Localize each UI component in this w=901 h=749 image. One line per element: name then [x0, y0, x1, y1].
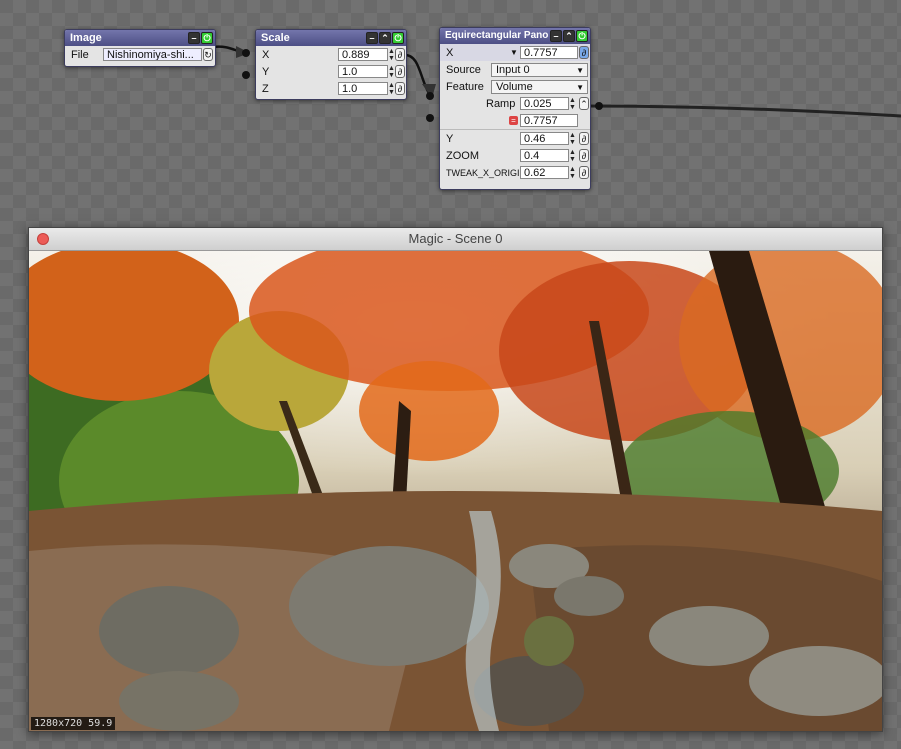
scale-z-label: Z [262, 82, 269, 95]
minimize-icon[interactable]: – [366, 32, 378, 44]
pano-node-title: Equirectangular Pano V... [445, 30, 566, 41]
stepper-icon[interactable]: ▲ ▼ [568, 97, 577, 111]
pano-y-field[interactable]: 0.46 [520, 132, 569, 145]
forest-scene-image [29, 251, 882, 731]
link-icon[interactable]: ∂ [579, 166, 589, 179]
scene-window[interactable]: Magic - Scene 0 1280x720 59.9 [28, 227, 883, 732]
power-icon[interactable]: ⏻ [392, 32, 404, 44]
feature-label: Feature [446, 80, 484, 93]
scale-x-label: X [262, 48, 270, 61]
link-icon[interactable]: ∂ [395, 48, 405, 61]
stepper-icon[interactable]: ▲ ▼ [568, 149, 577, 163]
power-icon[interactable]: ⏻ [576, 30, 588, 42]
pano-node[interactable]: Equirectangular Pano V... – ⌃ ⏻ X ▼ 0.7757… [439, 27, 591, 190]
zoom-field[interactable]: 0.4 [520, 149, 569, 162]
ramp-value-field[interactable]: 0.7757 [520, 114, 578, 127]
power-icon[interactable]: ⏻ [201, 32, 213, 44]
window-titlebar[interactable]: Magic - Scene 0 [29, 228, 882, 251]
collapse-icon[interactable]: ⌃ [579, 97, 589, 110]
pano-y-label: Y [446, 132, 454, 145]
output-port[interactable] [595, 102, 603, 110]
file-field[interactable]: Nishinomiya-shi... [103, 48, 202, 61]
zoom-label: ZOOM [446, 149, 479, 162]
feature-select[interactable]: Volume ▼ [491, 79, 588, 94]
image-node-header[interactable]: Image – ⏻ [65, 30, 215, 46]
render-viewport[interactable]: 1280x720 59.9 [29, 251, 882, 731]
reload-icon[interactable]: ↻ [203, 48, 213, 61]
source-value: Input 0 [496, 63, 530, 76]
ramp-field[interactable]: 0.025 [520, 97, 569, 110]
dropdown-icon[interactable]: ▼ [510, 48, 518, 57]
source-select[interactable]: Input 0 ▼ [491, 62, 588, 77]
pano-x-label: X [446, 46, 454, 59]
tweak-field[interactable]: 0.62 [520, 166, 569, 179]
input-port[interactable] [426, 92, 434, 100]
input-port[interactable] [242, 71, 250, 79]
pano-x-field[interactable]: 0.7757 [520, 46, 578, 59]
scale-z-field[interactable]: 1.0 [338, 82, 388, 95]
input-port[interactable] [426, 114, 434, 122]
remove-icon[interactable]: = [509, 116, 518, 125]
close-icon[interactable] [37, 233, 49, 245]
link-icon[interactable]: ∂ [579, 132, 589, 145]
link-icon[interactable]: ∂ [395, 82, 405, 95]
source-label: Source [446, 63, 481, 76]
chevron-down-icon: ▼ [576, 82, 584, 92]
render-status: 1280x720 59.9 [31, 717, 116, 730]
scale-x-field[interactable]: 0.889 [338, 48, 388, 61]
stepper-icon[interactable]: ▲ ▼ [568, 132, 577, 146]
chevron-down-icon: ▼ [576, 65, 584, 75]
scale-y-label: Y [262, 65, 270, 78]
file-label: File [71, 48, 89, 61]
link-icon[interactable]: ∂ [579, 149, 589, 162]
image-node[interactable]: Image – ⏻ File Nishinomiya-shi... ↻ [64, 29, 216, 67]
pano-node-header[interactable]: Equirectangular Pano V... – ⌃ ⏻ [440, 28, 590, 44]
image-node-title: Image [70, 32, 102, 44]
scale-node-title: Scale [261, 32, 290, 44]
scale-node-header[interactable]: Scale – ⌃ ⏻ [256, 30, 406, 46]
feature-value: Volume [496, 80, 533, 93]
scale-y-field[interactable]: 1.0 [338, 65, 388, 78]
ramp-label: Ramp [486, 97, 516, 110]
link-icon[interactable]: ∂ [395, 65, 405, 78]
scale-node[interactable]: Scale – ⌃ ⏻ X 0.889 ▲ ▼ ∂ Y 1.0 ▲ ▼ ∂ Z 1.0 … [255, 29, 407, 100]
minimize-icon[interactable]: – [188, 32, 200, 44]
tweak-label: TWEAK_X_ORIGIN [446, 167, 527, 178]
minimize-icon[interactable]: – [550, 30, 562, 42]
link-icon[interactable]: ∂ [579, 46, 589, 59]
input-port[interactable] [242, 49, 250, 57]
expand-icon[interactable]: ⌃ [563, 30, 575, 42]
window-title: Magic - Scene 0 [408, 231, 503, 246]
expand-icon[interactable]: ⌃ [379, 32, 391, 44]
stepper-icon[interactable]: ▲ ▼ [568, 166, 577, 180]
